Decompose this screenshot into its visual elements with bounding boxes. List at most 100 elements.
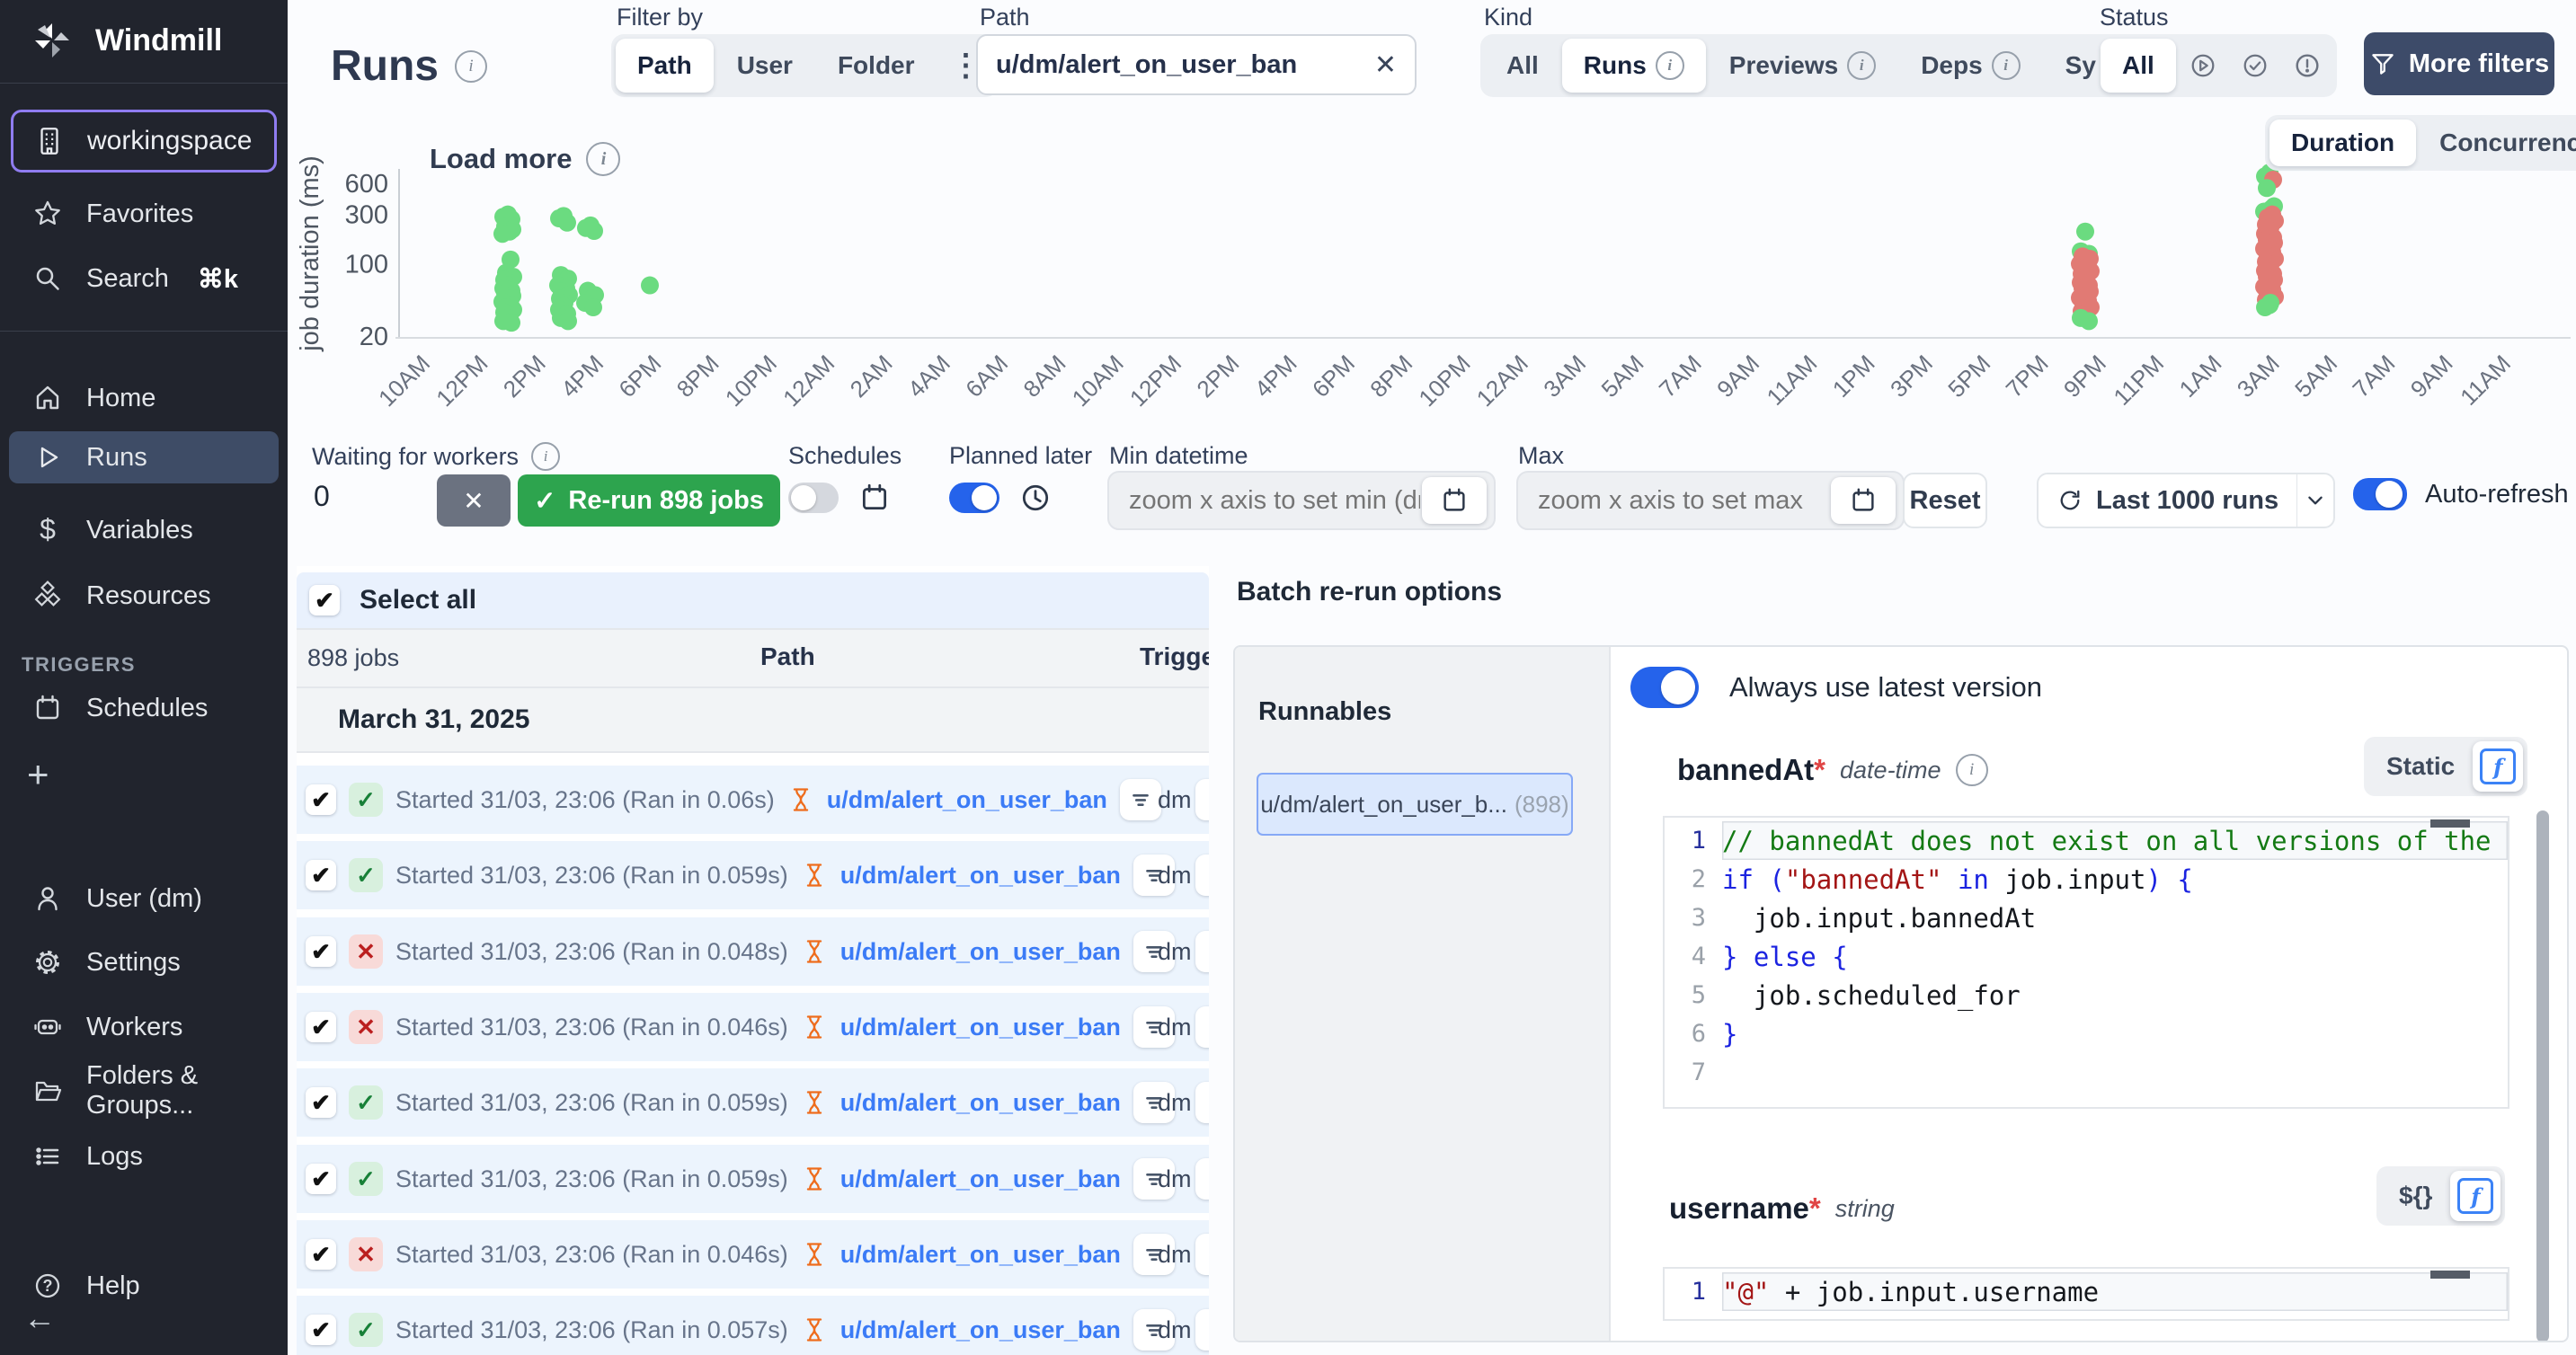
sidebar-item-user[interactable]: User (dm)	[0, 877, 288, 920]
column-trigger[interactable]: Trigge	[1140, 642, 1209, 671]
run-path-link[interactable]: u/dm/alert_on_user_ban	[840, 1316, 1121, 1344]
reset-button[interactable]: Reset	[1903, 473, 1987, 528]
planned-later-toggle[interactable]	[949, 483, 999, 513]
min-datetime-input[interactable]	[1127, 485, 1422, 517]
success-run-dot[interactable]	[584, 298, 602, 316]
min-datetime-field[interactable]	[1107, 471, 1496, 530]
refresh-runs-button[interactable]: Last 1000 runs	[2039, 486, 2296, 516]
schedules-toggle[interactable]	[788, 483, 839, 513]
status-option-running[interactable]	[2178, 39, 2228, 93]
sidebar-item-favorites[interactable]: Favorites	[0, 192, 288, 235]
runnable-item[interactable]: u/dm/alert_on_user_b... (898)	[1257, 773, 1573, 836]
static-mode-label[interactable]: Static	[2368, 752, 2473, 781]
run-path-link[interactable]: u/dm/alert_on_user_ban	[840, 938, 1121, 966]
run-path-link[interactable]: u/dm/alert_on_user_ban	[840, 1241, 1121, 1269]
username-code-editor[interactable]: 1"@" + job.input.username	[1663, 1267, 2509, 1321]
row-action-button[interactable]	[1195, 1309, 1209, 1351]
row-action-button[interactable]	[1195, 931, 1209, 972]
row-checkbox[interactable]: ✔	[306, 1012, 336, 1042]
sidebar-item-schedules[interactable]: Schedules	[0, 686, 288, 730]
sidebar-item-workers[interactable]: Workers	[0, 1005, 288, 1049]
run-path-link[interactable]: u/dm/alert_on_user_ban	[840, 1014, 1121, 1041]
sidebar-item-logs[interactable]: Logs	[0, 1135, 288, 1178]
status-option-failure[interactable]	[2282, 39, 2332, 93]
run-row[interactable]: ✔✕Started 31/03, 23:06 (Ran in 0.048s)u/…	[297, 917, 1209, 986]
success-run-dot[interactable]	[2080, 312, 2098, 330]
kind-deps-info-icon[interactable]: i	[1992, 51, 2021, 80]
success-run-dot[interactable]	[493, 225, 511, 243]
select-all-checkbox[interactable]: ✔	[309, 585, 340, 616]
row-checkbox[interactable]: ✔	[306, 1164, 336, 1194]
code-line[interactable]: 7	[1665, 1053, 2508, 1092]
brand[interactable]: Windmill	[0, 20, 288, 61]
javascript-mode-button[interactable]: f	[2450, 1171, 2500, 1221]
status-option-all[interactable]: All	[2101, 39, 2176, 93]
add-sidebar-item-button[interactable]: +	[0, 753, 288, 796]
filter-option-user[interactable]: User	[715, 39, 814, 93]
sidebar-item-resources[interactable]: Resources	[0, 574, 288, 617]
row-checkbox[interactable]: ✔	[306, 1087, 336, 1118]
last-runs-select[interactable]: Last 1000 runs	[2037, 473, 2335, 528]
row-checkbox[interactable]: ✔	[306, 1315, 336, 1345]
run-row[interactable]: ✔✕Started 31/03, 23:06 (Ran in 0.046s)u/…	[297, 993, 1209, 1061]
path-filter-input[interactable]: u/dm/alert_on_user_ban ✕	[976, 34, 1417, 95]
column-path[interactable]: Path	[760, 642, 815, 671]
kind-option-runs[interactable]: Runsi	[1562, 39, 1706, 93]
sidebar-item-settings[interactable]: Settings	[0, 941, 288, 984]
horizontal-scrollbar[interactable]	[2430, 819, 2470, 828]
row-checkbox[interactable]: ✔	[306, 784, 336, 815]
success-run-dot[interactable]	[641, 277, 659, 295]
row-checkbox[interactable]: ✔	[306, 860, 336, 890]
max-datetime-calendar-button[interactable]	[1831, 477, 1896, 524]
success-run-dot[interactable]	[2258, 179, 2276, 197]
javascript-mode-button[interactable]: f	[2473, 741, 2523, 792]
clear-path-icon[interactable]: ✕	[1374, 49, 1397, 81]
sidebar-item-runs[interactable]: Runs	[9, 431, 279, 483]
kind-option-previews[interactable]: Previewsi	[1708, 39, 1897, 93]
filter-by-path-button[interactable]	[1120, 779, 1161, 820]
kind-option-deps[interactable]: Depsi	[1899, 39, 2041, 93]
latest-version-toggle[interactable]	[1630, 667, 1699, 708]
workspace-selector[interactable]: workingspace	[11, 110, 277, 173]
duration-scatter-plot[interactable]: job duration (ms)6003001002010AM12PM2PM4…	[288, 117, 2576, 445]
min-datetime-calendar-button[interactable]	[1422, 477, 1487, 524]
run-path-link[interactable]: u/dm/alert_on_user_ban	[840, 1165, 1121, 1193]
row-action-button[interactable]	[1195, 855, 1209, 896]
success-run-dot[interactable]	[558, 214, 576, 232]
code-line[interactable]: 6}	[1665, 1014, 2508, 1053]
max-datetime-field[interactable]	[1516, 471, 1905, 530]
filter-option-folder[interactable]: Folder	[816, 39, 937, 93]
chart-view-concurrency[interactable]: Concurrency	[2418, 120, 2576, 166]
run-path-link[interactable]: u/dm/alert_on_user_ban	[840, 862, 1121, 890]
more-filters-button[interactable]: More filters	[2364, 32, 2554, 95]
run-path-link[interactable]: u/dm/alert_on_user_ban	[827, 786, 1107, 814]
row-checkbox[interactable]: ✔	[306, 1239, 336, 1270]
horizontal-scrollbar[interactable]	[2430, 1271, 2470, 1279]
success-run-dot[interactable]	[2076, 223, 2094, 241]
sidebar-item-home[interactable]: Home	[0, 376, 288, 420]
run-row[interactable]: ✔✓Started 31/03, 23:06 (Ran in 0.059s)u/…	[297, 1145, 1209, 1213]
status-option-success[interactable]	[2230, 39, 2280, 93]
last-runs-dropdown-button[interactable]	[2297, 488, 2333, 513]
chart-view-duration[interactable]: Duration	[2270, 120, 2416, 166]
run-row[interactable]: ✔✓Started 31/03, 23:06 (Ran in 0.057s)u/…	[297, 1296, 1209, 1355]
success-run-dot[interactable]	[559, 312, 577, 330]
max-datetime-input[interactable]	[1536, 485, 1831, 517]
code-line[interactable]: 1"@" + job.input.username	[1665, 1272, 2508, 1311]
sidebar-item-search[interactable]: Search ⌘k	[0, 257, 288, 300]
code-line[interactable]: 3 job.input.bannedAt	[1665, 899, 2508, 937]
run-row[interactable]: ✔✓Started 31/03, 23:06 (Ran in 0.06s)u/d…	[297, 766, 1209, 834]
code-line[interactable]: 1// bannedAt does not exist on all versi…	[1665, 821, 2508, 860]
sidebar-item-variables[interactable]: $ Variables	[0, 509, 288, 552]
cancel-selection-button[interactable]: ✕	[437, 474, 511, 527]
kind-previews-info-icon[interactable]: i	[1847, 51, 1876, 80]
code-line[interactable]: 2if ("bannedAt" in job.input) {	[1665, 860, 2508, 899]
success-run-dot[interactable]	[585, 222, 603, 240]
banned-field-info-icon[interactable]: i	[1956, 754, 1988, 786]
filter-option-path[interactable]: Path	[616, 39, 714, 93]
run-row[interactable]: ✔✓Started 31/03, 23:06 (Ran in 0.059s)u/…	[297, 841, 1209, 909]
success-run-dot[interactable]	[502, 314, 520, 332]
run-row[interactable]: ✔✓Started 31/03, 23:06 (Ran in 0.059s)u/…	[297, 1068, 1209, 1137]
waiting-workers-info-icon[interactable]: i	[531, 442, 560, 471]
sidebar-item-folders-groups[interactable]: Folders & Groups...	[0, 1069, 288, 1112]
